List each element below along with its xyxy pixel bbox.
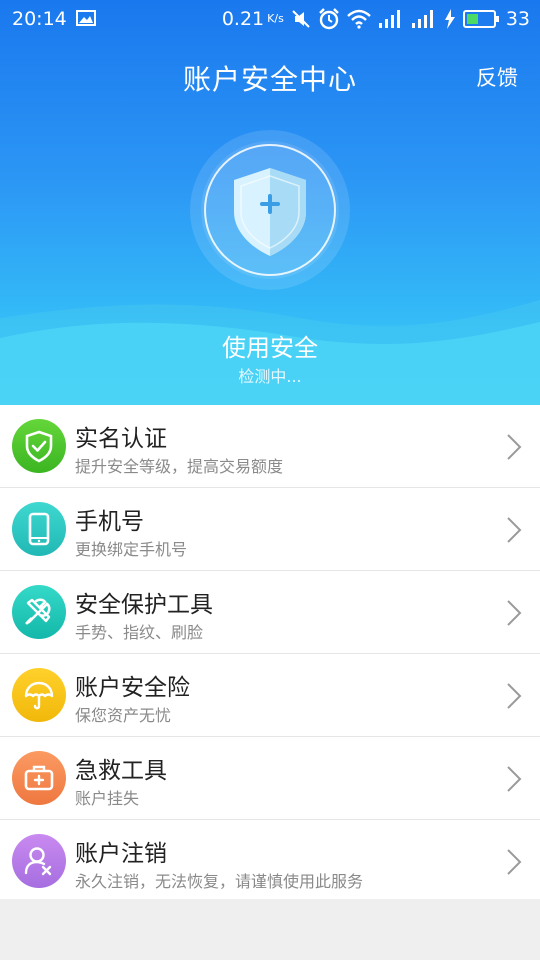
chevron-right-icon	[507, 434, 522, 460]
charging-icon	[444, 9, 455, 29]
chevron-right-icon	[507, 849, 522, 875]
first-aid-icon-bg	[12, 751, 66, 805]
list-item-cancel-account[interactable]: 账户注销 永久注销，无法恢复，请谨慎使用此服务	[0, 820, 540, 902]
security-badge	[188, 128, 352, 292]
item-desc: 账户挂失	[75, 789, 140, 808]
status-icons: 0.21 K/s 33	[222, 6, 530, 32]
wifi-icon	[347, 9, 371, 29]
chevron-right-icon	[507, 766, 522, 792]
item-label: 安全保护工具	[75, 592, 213, 618]
item-desc: 提升安全等级，提高交易额度	[75, 457, 284, 476]
list-item-phone[interactable]: 手机号 更换绑定手机号	[0, 488, 540, 571]
security-status: 使用安全	[222, 334, 318, 362]
list-item-real-name[interactable]: 实名认证 提升安全等级，提高交易额度	[0, 405, 540, 488]
item-label: 手机号	[75, 509, 144, 535]
item-label: 急救工具	[75, 758, 167, 784]
item-label: 实名认证	[75, 426, 167, 452]
chevron-right-icon	[507, 683, 522, 709]
umbrella-icon-bg	[12, 668, 66, 722]
user-remove-icon	[24, 847, 52, 876]
feedback-button[interactable]: 反馈	[476, 62, 518, 92]
phone-icon-bg	[12, 502, 66, 556]
page-title: 账户安全中心	[182, 63, 357, 96]
battery-level: 33	[505, 8, 530, 30]
list-item-first-aid[interactable]: 急救工具 账户挂失	[0, 737, 540, 820]
battery-icon	[462, 10, 499, 28]
net-speed: 0.21	[221, 8, 265, 30]
detecting-text: 检测中...	[238, 367, 302, 386]
status-time: 20:14	[12, 8, 67, 30]
shield-plus-icon	[190, 130, 350, 290]
security-options-list: 实名认证 提升安全等级，提高交易额度 手机号 更换绑定手机号 安全保护工具 手势…	[0, 405, 540, 902]
signal-icon-2	[411, 10, 433, 28]
phone-icon	[28, 512, 50, 546]
item-desc: 永久注销，无法恢复，请谨慎使用此服务	[75, 872, 364, 891]
security-hero: 20:14 0.21 K/s 33 账户安全中心 反馈 使用安全 检测中...	[0, 0, 540, 405]
tools-icon	[25, 598, 51, 625]
chevron-right-icon	[507, 600, 522, 626]
tools-icon-bg	[12, 585, 66, 639]
list-item-protection-tools[interactable]: 安全保护工具 手势、指纹、刷脸	[0, 571, 540, 654]
item-label: 账户安全险	[75, 675, 190, 701]
item-desc: 手势、指纹、刷脸	[75, 623, 204, 642]
alarm-icon	[318, 8, 339, 30]
signal-icon	[378, 10, 400, 28]
chevron-right-icon	[507, 517, 522, 543]
status-bar: 20:14 0.21 K/s 33	[0, 0, 540, 38]
umbrella-icon	[24, 681, 54, 710]
first-aid-kit-icon	[24, 765, 54, 791]
mute-icon	[292, 10, 310, 28]
shield-check-icon	[25, 430, 53, 463]
item-label: 账户注销	[75, 841, 167, 867]
net-speed-unit: K/s	[267, 12, 284, 25]
bottom-spacer	[0, 899, 540, 960]
user-remove-icon-bg	[12, 834, 66, 888]
list-item-insurance[interactable]: 账户安全险 保您资产无忧	[0, 654, 540, 737]
item-desc: 更换绑定手机号	[75, 540, 188, 559]
item-desc: 保您资产无忧	[75, 706, 172, 725]
image-notification-icon	[76, 10, 96, 26]
real-name-icon-bg	[12, 419, 66, 473]
